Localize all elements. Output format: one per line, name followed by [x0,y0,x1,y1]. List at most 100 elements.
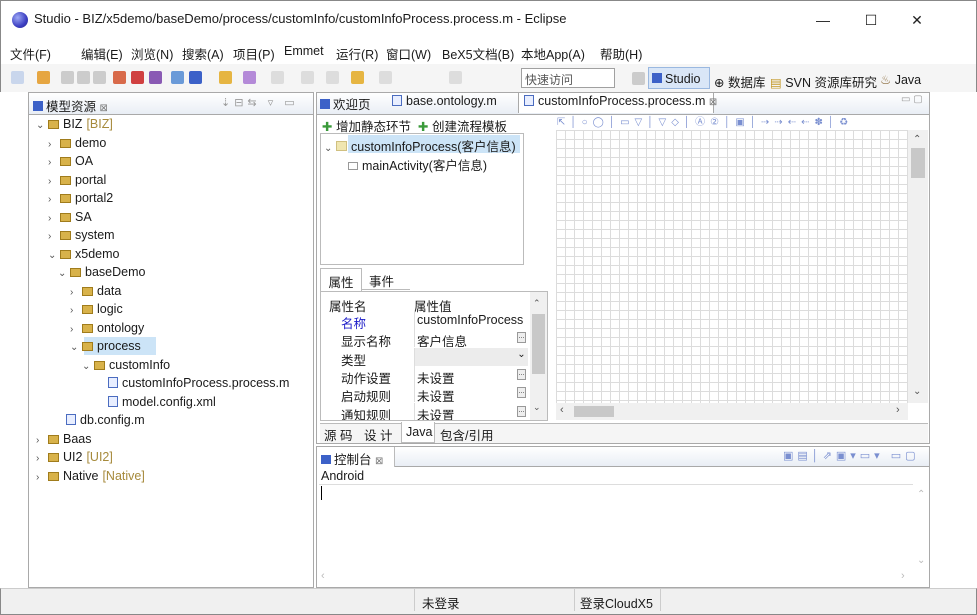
tree-item[interactable]: › Baas [36,432,92,446]
console-scroll-up-icon[interactable]: ⌃ [917,489,925,500]
property-scrollbar[interactable]: ⌃ ⌄ [530,292,547,420]
perspective-database[interactable]: ⊕ 数据库 [714,72,765,91]
perspective-svn[interactable]: ▤ SVN 资源库研究 [770,72,877,91]
console-vscrollbar[interactable]: ⌃ ⌄ [913,485,929,569]
shape-palette[interactable]: ⇱│○◯│▭▽│▽◇│Ⓐ②│▣│⇢⇢⇠⇠✽│♻ [557,113,917,129]
tree-expand-arrow[interactable]: › [48,157,60,168]
tree-expand-arrow[interactable]: › [36,435,48,446]
tree-item[interactable]: ⌄ customInfo [82,358,170,372]
tree-expand-arrow[interactable]: › [36,472,48,483]
tree-expand-arrow[interactable]: › [70,287,82,298]
explorer-close-icon[interactable]: ⊠ [100,103,108,114]
menu-file[interactable]: 文件(F) [10,44,51,63]
tree-item[interactable]: ⌄ baseDemo [58,265,145,279]
prop-value[interactable]: 未设置... [414,365,528,384]
minimize-button[interactable]: — [800,6,846,34]
tree-item[interactable]: ⌄ BIZ [BIZ] [36,117,113,131]
ellipsis-button[interactable]: ... [517,368,526,380]
tree-item[interactable]: › UI2 [UI2] [36,450,113,464]
tree-expand-arrow[interactable]: › [48,231,60,242]
canvas-vscrollbar[interactable]: ⌃ ⌄ [908,130,928,403]
outline-process-node[interactable]: ⌄ customInfoProcess(客户信息) [324,136,516,155]
quick-access-input[interactable]: 快速访问 [521,68,615,88]
tab-close-icon[interactable]: ⊠ [709,97,717,108]
tab-welcome[interactable]: 欢迎页 [320,94,371,113]
canvas-scroll-up-icon[interactable]: ⌃ [913,134,921,145]
open-folder-icon[interactable] [219,71,232,84]
tab-events[interactable]: 事件 [369,271,394,290]
close-button[interactable]: ✕ [894,6,940,34]
tree-expand-arrow[interactable]: ⌄ [48,250,60,261]
tab-process[interactable]: customInfoProcess.process.m ⊠ [524,94,717,108]
tree-item[interactable]: › portal2 [48,191,113,205]
canvas-scroll-right-icon[interactable]: › [896,404,900,416]
pen-icon[interactable] [243,71,256,84]
tree-item[interactable]: › OA [48,154,93,168]
tree-expand-arrow[interactable]: ⌄ [58,268,70,279]
tree-expand-arrow[interactable]: ⌄ [36,120,48,131]
menu-local-app[interactable]: 本地App(A) [521,44,585,63]
next-annotation-icon[interactable] [326,71,339,84]
tree-item[interactable]: customInfoProcess.process.m [108,376,289,390]
tab-java[interactable]: Java [406,425,432,439]
tree-item[interactable]: ⌄ x5demo [48,247,119,261]
nav-icon[interactable] [271,71,284,84]
save-all-icon[interactable] [77,71,90,84]
back-icon[interactable] [351,71,364,84]
publish-icon[interactable] [149,71,162,84]
tab-base-ontology[interactable]: base.ontology.m [392,94,497,108]
prop-scroll-thumb[interactable] [532,314,545,374]
print-icon[interactable] [93,71,106,84]
tree-item[interactable]: › logic [70,302,123,316]
ellipsis-button[interactable]: ... [517,332,526,344]
tree-item[interactable]: › demo [48,136,106,150]
console-scroll-left-icon[interactable]: ‹ [321,570,325,582]
build-icon[interactable] [113,71,126,84]
new-icon[interactable] [11,71,24,84]
tree-expand-arrow[interactable]: › [48,139,60,150]
menu-project[interactable]: 项目(P) [233,44,275,63]
menu-edit[interactable]: 编辑(E) [81,44,123,63]
explorer-tab[interactable]: 模型资源 ⊠ [33,96,108,115]
tree-expand-arrow[interactable]: ⌄ [70,342,82,353]
menu-run[interactable]: 运行(R) [336,44,378,63]
tree-expand-arrow[interactable]: › [48,194,60,205]
menu-emmet[interactable]: Emmet [284,44,324,58]
tree-item[interactable]: › SA [48,210,92,224]
tree-expand-arrow[interactable]: › [70,324,82,335]
ellipsis-button[interactable]: ... [517,387,526,399]
outline-activity-node[interactable]: mainActivity(客户信息) [348,155,487,174]
maximize-button[interactable]: ☐ [848,6,894,34]
explorer-view-actions[interactable]: ⇣⊟⇆ ▿ ▭ [221,96,299,109]
new-wizard-icon[interactable] [37,71,50,84]
annotation-icon[interactable] [301,71,314,84]
ellipsis-button[interactable]: ... [517,405,526,417]
tree-item[interactable]: › Native [Native] [36,469,145,483]
open-perspective-icon[interactable] [632,72,645,85]
forward-icon[interactable] [379,71,392,84]
console-actions[interactable]: ▣▤│⇗▣▾▭▾ ▭▢ [783,449,920,462]
search-tool-icon[interactable] [189,71,202,84]
prop-value[interactable]: 未设置... [414,384,528,403]
prop-scroll-down-icon[interactable]: ⌄ [533,402,541,413]
tab-design[interactable]: 设 计 [364,425,392,444]
tree-expand-arrow[interactable]: › [48,176,60,187]
canvas-hscroll-thumb[interactable] [574,406,614,417]
tree-item[interactable]: › system [48,228,115,242]
console-tab[interactable]: 控制台 ⊠ [321,449,383,468]
tree-expand-arrow[interactable]: › [70,305,82,316]
tab-source[interactable]: 源 码 [324,425,352,444]
dropdown-icon[interactable]: ⌄ [517,349,526,362]
perspective-studio[interactable]: Studio [652,72,700,86]
tree-expand-arrow[interactable]: › [48,213,60,224]
tree-expand-arrow[interactable]: ⌄ [82,361,94,372]
tree-item[interactable]: › portal [48,173,106,187]
debug-icon[interactable] [171,71,184,84]
canvas-vscroll-thumb[interactable] [911,148,925,178]
console-output[interactable] [319,484,913,570]
perspective-java[interactable]: ♨ Java [880,72,921,87]
status-cloud-login[interactable]: 登录CloudX5 [580,593,653,612]
prop-value[interactable]: ⌄ [414,347,528,366]
outline-expand-arrow[interactable]: ⌄ [324,143,336,154]
prop-value[interactable]: 客户信息... [414,329,528,348]
